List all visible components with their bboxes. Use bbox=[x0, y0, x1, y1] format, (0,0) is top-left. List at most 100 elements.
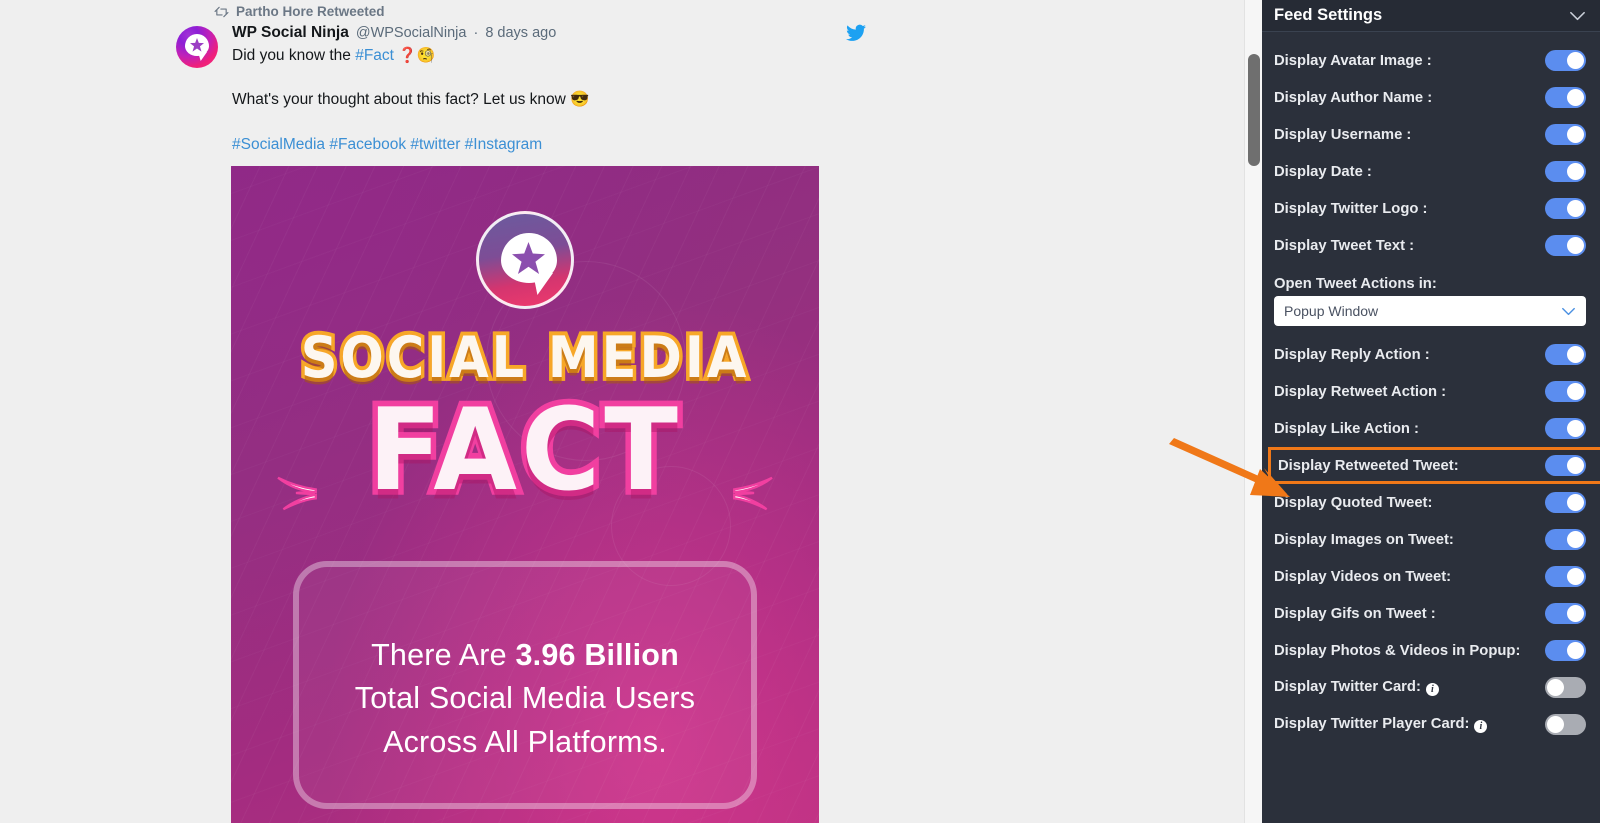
tweet-paragraph-1: Did you know the #Fact ❓🧐 bbox=[232, 45, 836, 67]
setting-row-display-like-action: Display Like Action : bbox=[1262, 410, 1600, 447]
setting-label-display-retweet-action: Display Retweet Action : bbox=[1274, 383, 1447, 400]
toggle-display-tweet-text[interactable] bbox=[1545, 235, 1586, 256]
feed-settings-panel: Feed Settings Display Avatar Image : Disp… bbox=[1262, 0, 1600, 823]
stat-line-2: Total Social Media Users bbox=[354, 681, 696, 716]
stat-number: 3.96 Billion bbox=[515, 638, 679, 672]
setting-row-display-avatar-image: Display Avatar Image : bbox=[1262, 42, 1600, 79]
toggle-display-date[interactable] bbox=[1545, 161, 1586, 182]
toggle-knob bbox=[1567, 52, 1584, 69]
username[interactable]: @WPSocialNinja bbox=[356, 24, 467, 44]
vertical-scrollbar[interactable] bbox=[1244, 0, 1262, 823]
open-tweet-actions-select[interactable]: Popup Window bbox=[1274, 296, 1586, 326]
toggle-knob bbox=[1567, 457, 1584, 474]
toggle-display-photos-videos-in-popup[interactable] bbox=[1545, 640, 1586, 661]
setting-label-display-gifs-on-tweet: Display Gifs on Tweet : bbox=[1274, 605, 1436, 622]
toggle-display-username[interactable] bbox=[1545, 124, 1586, 145]
toggle-knob bbox=[1567, 200, 1584, 217]
setting-label-display-reply-action: Display Reply Action : bbox=[1274, 346, 1430, 363]
tweet-text-pre: Did you know the bbox=[232, 46, 356, 64]
tweet-body: WP Social Ninja @WPSocialNinja · 8 days … bbox=[176, 23, 866, 166]
tweet-card: Partho Hore Retweeted WP Social Ninja @W… bbox=[176, 0, 866, 166]
toggle-display-author-name[interactable] bbox=[1545, 87, 1586, 108]
tweet-meta-row: WP Social Ninja @WPSocialNinja · 8 days … bbox=[232, 23, 836, 44]
setting-label-display-username: Display Username : bbox=[1274, 126, 1412, 143]
toggle-display-like-action[interactable] bbox=[1545, 418, 1586, 439]
retweet-notice: Partho Hore Retweeted bbox=[214, 0, 836, 19]
tweet-content: WP Social Ninja @WPSocialNinja · 8 days … bbox=[232, 23, 836, 166]
chevron-down-icon[interactable] bbox=[1561, 307, 1576, 316]
wp-social-ninja-logo-icon bbox=[476, 211, 574, 309]
sparkle-right-icon bbox=[733, 476, 773, 511]
toggle-display-avatar-image[interactable] bbox=[1545, 50, 1586, 71]
toggle-display-gifs-on-tweet[interactable] bbox=[1545, 603, 1586, 624]
setting-row-display-username: Display Username : bbox=[1262, 116, 1600, 153]
setting-row-display-retweeted-tweet: Display Retweeted Tweet: bbox=[1268, 447, 1600, 484]
tweet-text-post: ❓🧐 bbox=[393, 46, 436, 64]
toggle-display-twitter-card[interactable] bbox=[1545, 677, 1586, 698]
tweet-hashtags: #SocialMedia #Facebook #twitter #Instagr… bbox=[232, 134, 836, 156]
open-tweet-actions-label-row: Open Tweet Actions in: bbox=[1262, 264, 1600, 294]
tweet-date: 8 days ago bbox=[485, 25, 557, 41]
open-tweet-actions-label: Open Tweet Actions in: bbox=[1274, 276, 1437, 292]
setting-row-display-date: Display Date : bbox=[1262, 153, 1600, 190]
hashtag-socialmedia-link[interactable]: #SocialMedia bbox=[232, 136, 325, 153]
toggle-display-reply-action[interactable] bbox=[1545, 344, 1586, 365]
toggle-display-retweet-action[interactable] bbox=[1545, 381, 1586, 402]
scrollbar-thumb[interactable] bbox=[1248, 54, 1260, 166]
toggle-display-quoted-tweet[interactable] bbox=[1545, 492, 1586, 513]
setting-label-display-date: Display Date : bbox=[1274, 163, 1372, 180]
setting-label-display-author-name: Display Author Name : bbox=[1274, 89, 1433, 106]
image-stat-box: There Are 3.96 Billion Total Social Medi… bbox=[293, 561, 757, 809]
toggle-display-retweeted-tweet[interactable] bbox=[1545, 455, 1586, 476]
toggle-knob bbox=[1567, 494, 1584, 511]
screenshot-root: Partho Hore Retweeted WP Social Ninja @W… bbox=[0, 0, 1600, 823]
toggle-display-twitter-logo[interactable] bbox=[1545, 198, 1586, 219]
avatar[interactable] bbox=[176, 26, 218, 68]
meta-separator: · bbox=[473, 25, 479, 41]
setting-row-display-twitter-logo: Display Twitter Logo : bbox=[1262, 190, 1600, 227]
toggle-knob bbox=[1567, 568, 1584, 585]
toggle-display-videos-on-tweet[interactable] bbox=[1545, 566, 1586, 587]
toggle-knob bbox=[1567, 237, 1584, 254]
toggle-knob bbox=[1567, 163, 1584, 180]
image-headline-top: SOCIAL MEDIA bbox=[297, 322, 750, 396]
setting-row-display-twitter-player-card: Display Twitter Player Card: i bbox=[1262, 706, 1600, 743]
toggle-knob bbox=[1567, 89, 1584, 106]
setting-row-display-reply-action: Display Reply Action : bbox=[1262, 336, 1600, 373]
author-name[interactable]: WP Social Ninja bbox=[232, 23, 349, 44]
setting-label-display-quoted-tweet: Display Quoted Tweet: bbox=[1274, 494, 1433, 511]
open-tweet-actions-select-row: Popup Window bbox=[1262, 294, 1600, 336]
setting-label-display-photos-videos-in-popup: Display Photos & Videos in Popup: bbox=[1274, 642, 1521, 659]
toggle-knob bbox=[1547, 716, 1564, 733]
setting-row-display-gifs-on-tweet: Display Gifs on Tweet : bbox=[1262, 595, 1600, 632]
setting-row-display-author-name: Display Author Name : bbox=[1262, 79, 1600, 116]
twitter-bird-icon[interactable] bbox=[846, 24, 866, 42]
setting-row-display-images-on-tweet: Display Images on Tweet: bbox=[1262, 521, 1600, 558]
chevron-down-icon[interactable] bbox=[1569, 11, 1586, 21]
toggle-knob bbox=[1567, 605, 1584, 622]
hashtag-twitter-link[interactable]: #twitter bbox=[410, 136, 460, 153]
toggle-knob bbox=[1567, 420, 1584, 437]
tweet-image[interactable]: SOCIAL MEDIA FACT There Are 3.96 Billion… bbox=[231, 166, 819, 823]
settings-group-actions: Display Reply Action : Display Retweet Ac… bbox=[1262, 336, 1600, 743]
toggle-knob bbox=[1567, 642, 1584, 659]
setting-label-display-videos-on-tweet: Display Videos on Tweet: bbox=[1274, 568, 1452, 585]
toggle-display-twitter-player-card[interactable] bbox=[1545, 714, 1586, 735]
settings-group-display: Display Avatar Image : Display Author Nam… bbox=[1262, 42, 1600, 264]
tweet-paragraph-2: What's your thought about this fact? Let… bbox=[232, 91, 590, 109]
toggle-knob bbox=[1567, 531, 1584, 548]
setting-label-display-twitter-player-card: Display Twitter Player Card: i bbox=[1274, 716, 1488, 733]
hashtag-fact-link[interactable]: #Fact bbox=[355, 47, 394, 64]
open-tweet-actions-value: Popup Window bbox=[1284, 303, 1379, 319]
setting-row-display-twitter-card: Display Twitter Card: i bbox=[1262, 669, 1600, 706]
feed-settings-header[interactable]: Feed Settings bbox=[1262, 0, 1600, 32]
stat-line-1: There Are 3.96 Billion bbox=[355, 634, 695, 677]
stat-prefix: There Are bbox=[371, 638, 516, 672]
hashtag-facebook-link[interactable]: #Facebook bbox=[329, 136, 406, 153]
toggle-display-images-on-tweet[interactable] bbox=[1545, 529, 1586, 550]
hashtag-instagram-link[interactable]: #Instagram bbox=[465, 136, 543, 153]
setting-label-display-twitter-card: Display Twitter Card: i bbox=[1274, 679, 1439, 696]
setting-row-display-quoted-tweet: Display Quoted Tweet: bbox=[1262, 484, 1600, 521]
info-icon[interactable]: i bbox=[1425, 683, 1439, 696]
info-icon[interactable]: i bbox=[1474, 720, 1488, 733]
